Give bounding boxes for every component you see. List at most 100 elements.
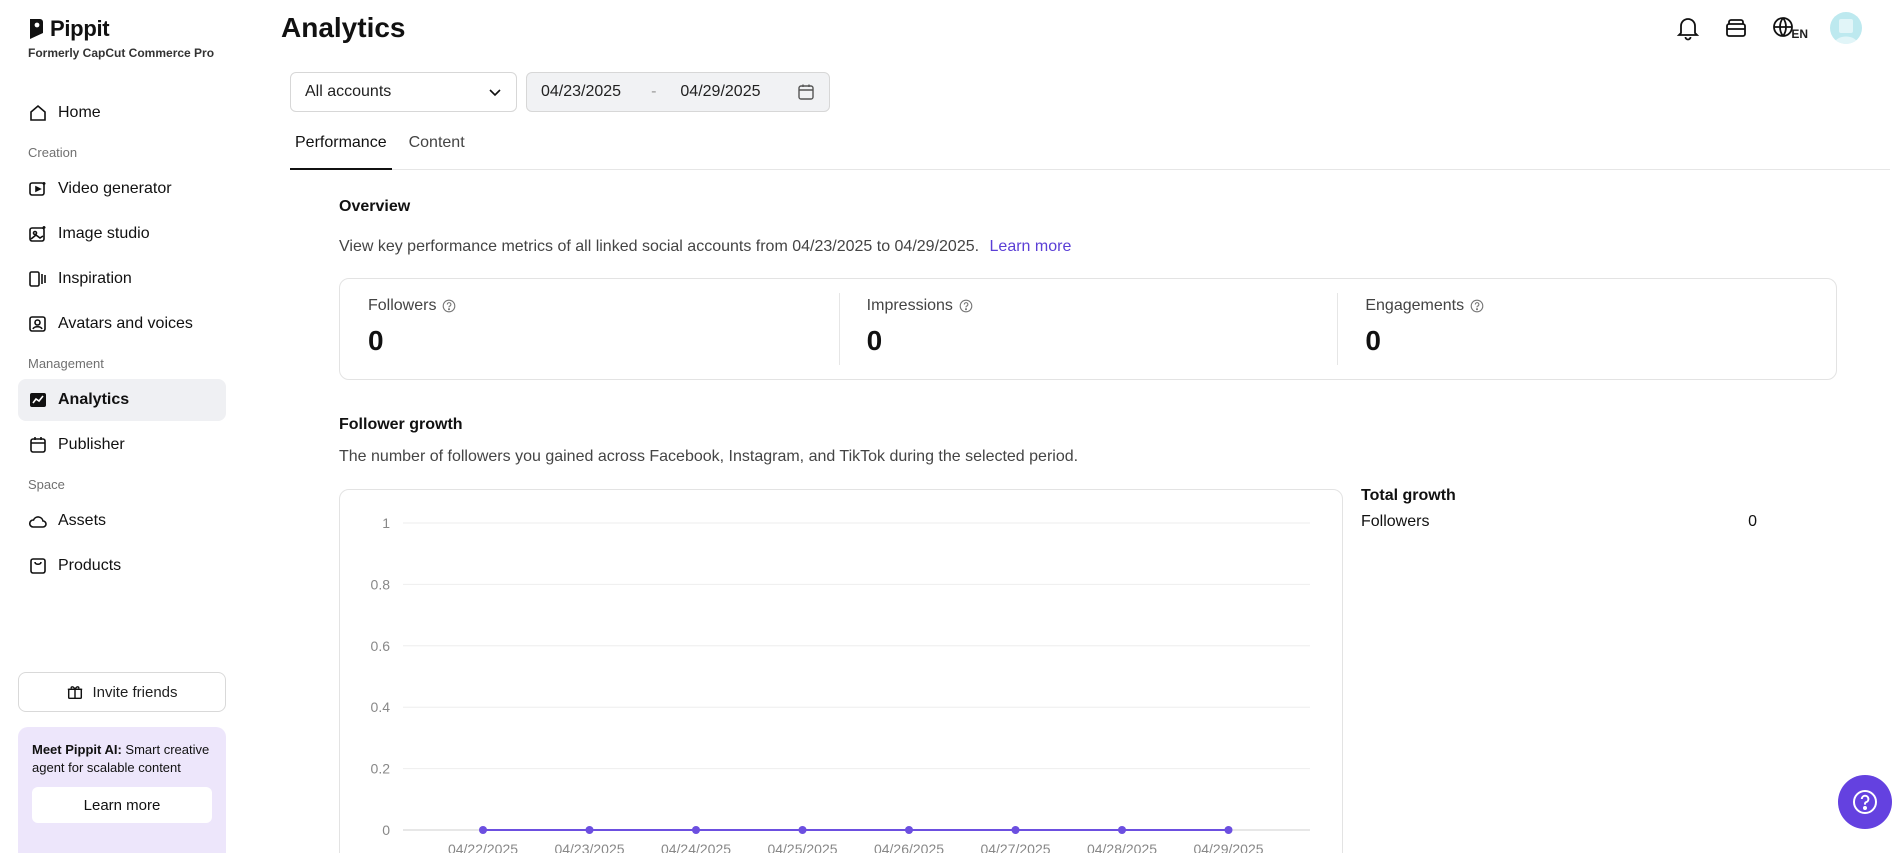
sidebar-item-assets[interactable]: Assets: [18, 500, 226, 542]
promo-text: Meet Pippit AI: Smart creative agent for…: [32, 741, 212, 777]
calendar-icon[interactable]: [797, 83, 815, 101]
tab-performance[interactable]: Performance: [290, 128, 392, 170]
chevron-down-icon: [489, 89, 501, 97]
metric-impressions: Impressions 0: [838, 279, 1338, 379]
analytics-icon: [30, 393, 46, 407]
x-tick-label: 04/23/2025: [554, 841, 624, 853]
sidebar-item-inspiration[interactable]: Inspiration: [18, 258, 226, 300]
page-title: Analytics: [281, 12, 406, 43]
brand[interactable]: Pippit Formerly CapCut Commerce Pro: [28, 16, 214, 60]
x-tick-label: 04/27/2025: [980, 841, 1050, 853]
total-growth-title: Total growth: [1361, 487, 1456, 504]
cloud-icon: [28, 516, 47, 528]
x-tick-label: 04/29/2025: [1193, 841, 1263, 853]
help-circle-icon[interactable]: [1470, 299, 1484, 313]
metrics-card: Followers 0 Impressions 0 Engagements 0: [339, 278, 1837, 380]
date-range-picker[interactable]: 04/23/2025 - 04/29/2025: [526, 72, 830, 112]
home-icon: [30, 104, 46, 121]
metric-label-row: Impressions: [867, 297, 1310, 315]
section-space: Space: [28, 477, 65, 492]
pippit-logo-icon: [30, 19, 43, 39]
invite-friends-button[interactable]: Invite friends: [18, 672, 226, 712]
sidebar-item-label: Avatars and voices: [58, 315, 193, 332]
tab-content[interactable]: Content: [404, 128, 470, 170]
data-point: [1118, 826, 1126, 834]
sidebar-item-products[interactable]: Products: [18, 545, 226, 587]
metric-value: 0: [1365, 325, 1381, 356]
overview-description-text: View key performance metrics of all link…: [339, 238, 980, 255]
data-point: [479, 826, 487, 834]
help-circle-icon[interactable]: [959, 299, 973, 313]
metric-label: Followers: [368, 297, 437, 314]
sidebar-item-image-studio[interactable]: Image studio: [18, 213, 226, 255]
data-point: [905, 826, 913, 834]
sidebar-item-label: Inspiration: [58, 270, 132, 287]
y-tick-label: 0.4: [371, 699, 391, 715]
follower-growth-title: Follower growth: [339, 416, 463, 433]
inspiration-icon: [29, 271, 46, 287]
data-point: [798, 826, 807, 834]
wallet-icon[interactable]: [1723, 15, 1749, 41]
gift-icon: [68, 686, 83, 700]
invite-friends-label: Invite friends: [92, 683, 178, 701]
sidebar-item-label: Products: [58, 557, 122, 574]
sidebar-item-label: Image studio: [58, 225, 150, 242]
overview-description: View key performance metrics of all link…: [339, 238, 1071, 256]
pippit-ai-promo: Meet Pippit AI: Smart creative agent for…: [18, 727, 226, 853]
sidebar-item-publisher[interactable]: Publisher: [18, 424, 226, 466]
analytics-tabs: Performance Content: [290, 128, 1890, 170]
follower-growth-chart: 0 0.2 0.4 0.6 0.8 1 04/22/2025 04/23/2025 04/24/…: [339, 489, 1343, 853]
promo-learn-more-button[interactable]: Learn more: [32, 787, 212, 823]
product-bag-icon: [30, 558, 46, 574]
y-tick-label: 0.6: [371, 638, 391, 654]
total-growth-panel: Total growth Followers 0: [1361, 487, 1793, 531]
sidebar-item-avatars-voices[interactable]: Avatars and voices: [18, 303, 226, 345]
y-tick-label: 0: [382, 822, 390, 838]
notification-bell-icon[interactable]: [1675, 15, 1701, 41]
avatar-voice-icon: [29, 316, 46, 332]
metric-label: Impressions: [866, 297, 953, 314]
follower-growth-description: The number of followers you gained acros…: [339, 448, 1079, 465]
data-point: [692, 826, 700, 834]
sidebar-item-label: Video generator: [58, 180, 172, 197]
metric-engagements: Engagements 0: [1337, 279, 1836, 379]
data-point: [585, 826, 594, 834]
sidebar-item-video-generator[interactable]: Video generator: [18, 168, 226, 210]
total-growth-row: Followers 0: [1361, 513, 1793, 531]
user-avatar[interactable]: [1830, 12, 1862, 44]
image-studio-icon: [29, 226, 46, 242]
language-switcher[interactable]: EN: [1771, 15, 1808, 41]
account-select-value: All accounts: [305, 83, 392, 100]
end-date[interactable]: 04/29/2025: [680, 83, 760, 101]
x-tick-label: 04/25/2025: [767, 841, 837, 853]
start-date[interactable]: 04/23/2025: [541, 83, 621, 101]
overview-learn-more-link[interactable]: Learn more: [990, 238, 1072, 255]
sidebar-item-label: Assets: [58, 512, 107, 529]
brand-name: Pippit: [50, 16, 110, 41]
sidebar-item-label: Analytics: [58, 391, 130, 408]
sidebar-item-analytics[interactable]: Analytics: [18, 379, 226, 421]
x-tick-label: 04/28/2025: [1087, 841, 1157, 853]
video-generator-icon: [29, 182, 46, 196]
x-tick-label: 04/24/2025: [661, 841, 731, 853]
section-creation: Creation: [28, 145, 78, 160]
metric-value: 0: [866, 325, 883, 356]
sidebar-nav: Home Creation Video generator Image stud…: [18, 92, 226, 590]
metric-value: 0: [368, 325, 384, 356]
data-point: [1224, 826, 1233, 834]
sidebar-item-label: Publisher: [58, 436, 125, 453]
help-button[interactable]: [1838, 775, 1892, 829]
overview-title: Overview: [339, 198, 411, 215]
date-separator: -: [651, 83, 657, 100]
y-tick-label: 1: [382, 515, 390, 531]
line-chart: 0 0.2 0.4 0.6 0.8 1 04/22/2025 04/23/2025 04/24/…: [371, 515, 1310, 853]
metric-label-row: Engagements: [1365, 297, 1808, 315]
help-circle-icon[interactable]: [442, 299, 456, 313]
avatar-silhouette-icon: [1834, 19, 1858, 44]
account-select[interactable]: All accounts: [290, 72, 517, 112]
calendar-icon: [30, 437, 46, 453]
help-circle-icon: [1853, 790, 1877, 814]
metric-label: Engagements: [1365, 297, 1465, 314]
promo-bold: Meet Pippit AI:: [32, 742, 122, 757]
sidebar-item-home[interactable]: Home: [18, 92, 226, 134]
